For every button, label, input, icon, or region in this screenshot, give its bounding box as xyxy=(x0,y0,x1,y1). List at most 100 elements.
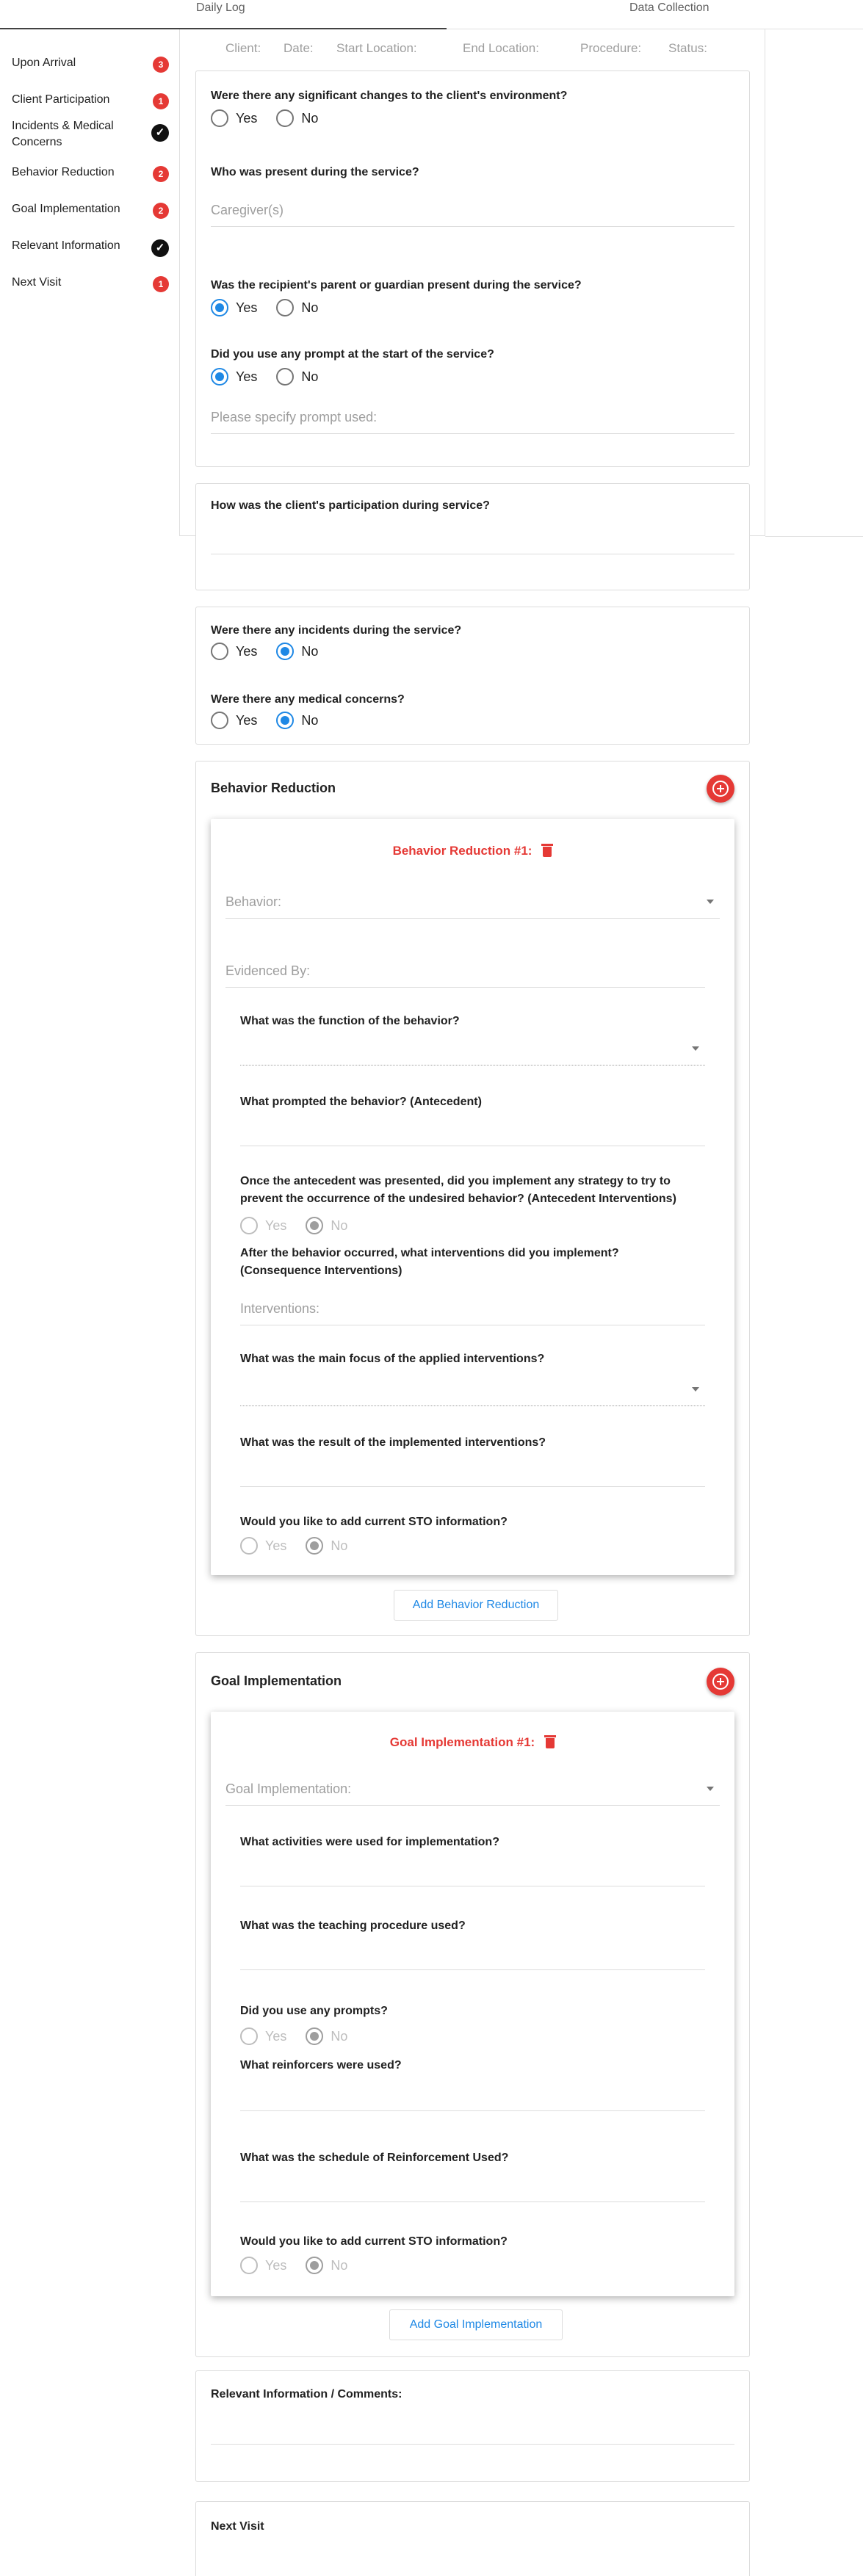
radio-circle xyxy=(306,2027,324,2045)
question-guardian-present: Was the recipient's parent or guardian p… xyxy=(211,279,582,292)
activities-input[interactable] xyxy=(240,1860,705,1886)
teaching-procedure-input[interactable] xyxy=(240,1944,705,1970)
sto-radio-group: Yes No xyxy=(240,2255,366,2276)
reinforcers-input[interactable] xyxy=(240,2085,705,2111)
sidebar-item-behavior-reduction[interactable]: Behavior Reduction 2 xyxy=(12,164,169,182)
count-badge: 3 xyxy=(153,57,169,73)
behavior-reduction-card: Behavior Reduction Behavior Reduction #1… xyxy=(195,761,750,1636)
next-visit-card: Next Visit xyxy=(195,2501,750,2576)
participation-input[interactable] xyxy=(211,528,734,554)
prompt-used-input[interactable]: Please specify prompt used: xyxy=(211,408,734,434)
radio-no[interactable]: No xyxy=(276,643,318,660)
sidebar-item-relevant-information[interactable]: Relevant Information ✓ xyxy=(12,238,169,257)
section-title: Goal Implementation xyxy=(211,1674,342,1688)
question-result: What was the result of the implemented i… xyxy=(240,1436,546,1449)
check-circle-icon: ✓ xyxy=(151,239,169,257)
radio-no[interactable]: No xyxy=(306,1537,347,1555)
radio-yes[interactable]: Yes xyxy=(211,712,257,729)
function-select[interactable] xyxy=(240,1039,705,1066)
item-header: Behavior Reduction #1: xyxy=(211,844,734,858)
prompt-start-radio-group: Yes No xyxy=(211,366,337,387)
dropdown-arrow-icon xyxy=(707,1787,714,1791)
radio-label: Yes xyxy=(265,2028,287,2044)
radio-label: No xyxy=(301,712,319,728)
sidebar-item-client-participation[interactable]: Client Participation 1 xyxy=(12,92,169,109)
radio-yes[interactable]: Yes xyxy=(211,368,257,386)
question-main-focus: What was the main focus of the applied i… xyxy=(240,1353,545,1365)
radio-circle xyxy=(306,1217,324,1234)
sidebar-item-incidents[interactable]: Incidents & Medical Concerns ✓ xyxy=(12,118,169,151)
radio-label: Yes xyxy=(236,110,258,126)
dropdown-arrow-icon xyxy=(692,1046,699,1051)
behavior-select[interactable]: Behavior: xyxy=(225,892,720,919)
question-antecedent-interventions: Once the antecedent was presented, did y… xyxy=(240,1175,676,1205)
goal-implementation-select[interactable]: Goal Implementation: xyxy=(225,1779,720,1806)
radio-label: No xyxy=(301,300,319,315)
question-antecedent: What prompted the behavior? (Antecedent) xyxy=(240,1096,482,1108)
question-prompt-start: Did you use any prompt at the start of t… xyxy=(211,348,494,361)
count-badge: 2 xyxy=(153,203,169,219)
sidebar-item-next-visit[interactable]: Next Visit 1 xyxy=(12,275,169,292)
radio-no[interactable]: No xyxy=(306,1217,347,1234)
radio-no[interactable]: No xyxy=(306,2027,347,2045)
radio-no[interactable]: No xyxy=(276,109,318,127)
evidenced-by-input[interactable]: Evidenced By: xyxy=(225,961,705,988)
radio-no[interactable]: No xyxy=(276,299,318,316)
radio-yes[interactable]: Yes xyxy=(211,643,257,660)
result-input[interactable] xyxy=(240,1461,705,1487)
tab-data-collection[interactable]: Data Collection xyxy=(629,0,709,29)
sidebar-item-upon-arrival[interactable]: Upon Arrival 3 xyxy=(12,55,169,73)
caregivers-input[interactable]: Caregiver(s) xyxy=(211,200,734,227)
add-behavior-fab[interactable] xyxy=(707,775,734,803)
comments-input[interactable] xyxy=(211,2418,734,2445)
radio-label: No xyxy=(331,2028,348,2044)
relevant-information-card: Relevant Information / Comments: xyxy=(195,2370,750,2482)
interventions-input[interactable]: Interventions: xyxy=(240,1299,705,1325)
trash-icon[interactable] xyxy=(541,844,554,857)
next-visit-title: Next Visit xyxy=(211,2520,264,2533)
question-incidents: Were there any incidents during the serv… xyxy=(211,624,462,637)
radio-no[interactable]: No xyxy=(306,2257,347,2274)
radio-yes[interactable]: Yes xyxy=(240,2257,286,2274)
radio-label: Yes xyxy=(265,1218,287,1233)
radio-circle xyxy=(240,2257,258,2274)
add-goal-implementation-button[interactable]: Add Goal Implementation xyxy=(389,2309,563,2340)
radio-no[interactable]: No xyxy=(276,712,318,729)
sidebar-item-goal-implementation[interactable]: Goal Implementation 2 xyxy=(12,201,169,219)
antecedent-input[interactable] xyxy=(240,1120,705,1146)
radio-label: No xyxy=(331,1218,348,1233)
incidents-radio-group: Yes No xyxy=(211,641,337,662)
sidebar-item-label: Relevant Information xyxy=(12,239,120,252)
radio-circle xyxy=(211,299,228,316)
radio-yes[interactable]: Yes xyxy=(240,1217,286,1234)
main-focus-select[interactable] xyxy=(240,1380,705,1406)
trash-icon[interactable] xyxy=(544,1735,557,1748)
sidebar-item-label: Behavior Reduction xyxy=(12,166,115,178)
add-goal-fab[interactable] xyxy=(707,1668,734,1696)
goal-implementation-item-1: Goal Implementation #1: Goal Implementat… xyxy=(211,1712,734,2296)
client-participation-card: How was the client's participation durin… xyxy=(195,483,750,590)
question-environment-changes: Were there any significant changes to th… xyxy=(211,90,568,102)
radio-label: No xyxy=(331,1538,348,1553)
radio-yes[interactable]: Yes xyxy=(240,2027,286,2045)
question-reinforcement-schedule: What was the schedule of Reinforcement U… xyxy=(240,2152,509,2164)
question-participation: How was the client's participation durin… xyxy=(211,499,490,512)
radio-circle xyxy=(276,643,295,660)
dropdown-arrow-icon xyxy=(707,900,714,904)
radio-no[interactable]: No xyxy=(276,368,318,386)
sidebar-item-label: Upon Arrival xyxy=(12,57,76,69)
radio-yes[interactable]: Yes xyxy=(211,109,257,127)
radio-label: Yes xyxy=(236,712,258,728)
tab-daily-log[interactable]: Daily Log xyxy=(0,0,447,29)
section-title: Behavior Reduction xyxy=(211,781,336,795)
reinforcement-schedule-input[interactable] xyxy=(240,2176,705,2202)
header-procedure: Procedure: xyxy=(580,41,642,55)
question-consequence-interventions: After the behavior occurred, what interv… xyxy=(240,1247,619,1277)
add-behavior-reduction-button[interactable]: Add Behavior Reduction xyxy=(394,1590,558,1621)
radio-circle xyxy=(276,109,295,127)
radio-yes[interactable]: Yes xyxy=(211,299,257,316)
question-sto: Would you like to add current STO inform… xyxy=(240,2235,508,2248)
radio-yes[interactable]: Yes xyxy=(240,1537,286,1555)
count-badge: 2 xyxy=(153,166,169,182)
radio-circle xyxy=(306,1537,324,1555)
